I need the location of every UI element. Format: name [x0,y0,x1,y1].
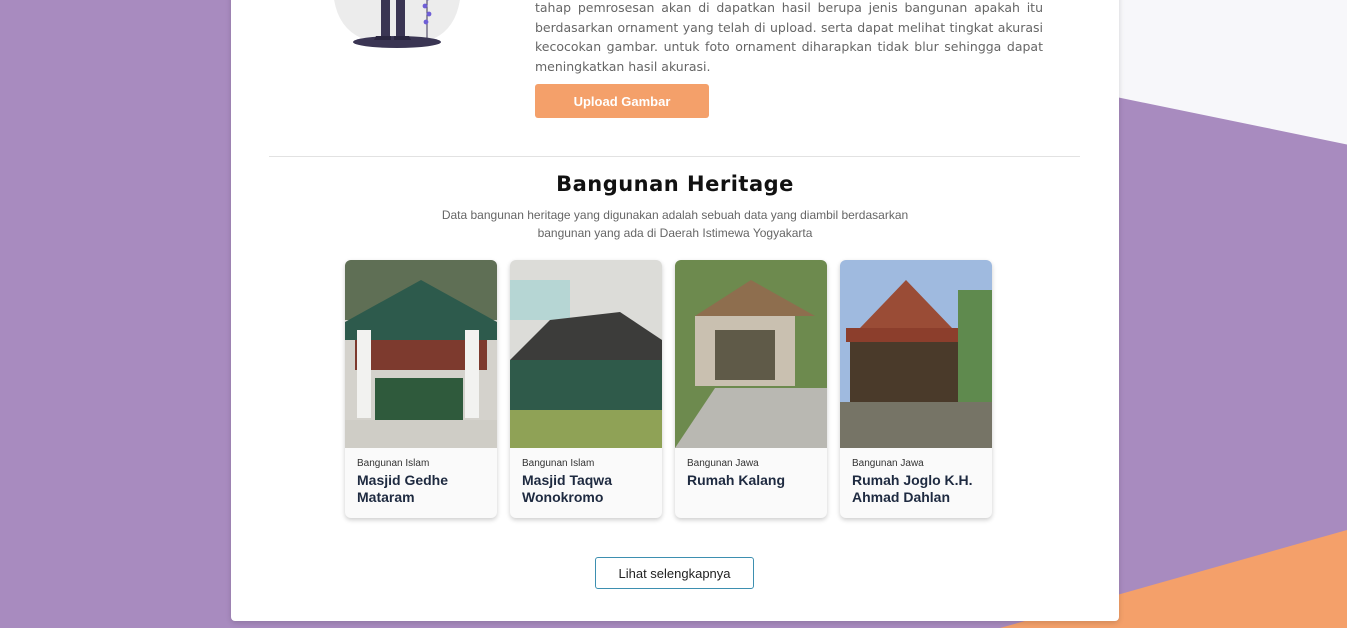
heritage-card-body: Bangunan Jawa Rumah Joglo K.H. Ahmad Dah… [840,448,992,516]
heritage-card-name: Masjid Gedhe Mataram [357,472,449,505]
heritage-photo [510,260,662,448]
heritage-photo [675,260,827,448]
heritage-card-category: Bangunan Islam [522,458,595,469]
heritage-card-body: Bangunan Islam Masjid Gedhe Mataram [345,448,497,516]
heritage-card-category: Bangunan Jawa [687,458,759,469]
section-description: Data bangunan heritage yang digunakan ad… [425,206,925,242]
upload-image-button[interactable]: Upload Gambar [535,84,709,118]
heritage-card-name: Rumah Kalang [687,472,786,488]
heritage-photo [345,260,497,448]
heritage-card-name: Rumah Joglo K.H. Ahmad Dahlan [852,472,973,505]
section-description-line: Data bangunan heritage yang digunakan ad… [441,208,909,222]
section-divider [269,156,1080,157]
main-card: tahap pemrosesan akan di dapatkan hasil … [231,0,1119,621]
heritage-card[interactable]: Bangunan Islam Masjid Gedhe Mataram [345,260,497,518]
person-illustration [334,0,460,48]
section-title: Bangunan Heritage [556,172,794,196]
heritage-photo [840,260,992,448]
heritage-card-category: Bangunan Jawa [852,458,924,469]
intro-paragraph: tahap pemrosesan akan di dapatkan hasil … [535,0,1043,74]
section-description-line: bangunan yang ada di Daerah Istimewa Yog… [537,226,813,240]
see-more-button[interactable]: Lihat selengkapnya [595,557,754,589]
heritage-card[interactable]: Bangunan Jawa Rumah Kalang [675,260,827,518]
heritage-card[interactable]: Bangunan Jawa Rumah Joglo K.H. Ahmad Dah… [840,260,992,518]
heritage-card-body: Bangunan Jawa Rumah Kalang [675,448,827,499]
heritage-card[interactable]: Bangunan Islam Masjid Taqwa Wonokromo [510,260,662,518]
background-light-wedge [1118,0,1347,145]
heritage-card-body: Bangunan Islam Masjid Taqwa Wonokromo [510,448,662,516]
heritage-card-list: Bangunan Islam Masjid Gedhe Mataram Bang… [345,260,992,518]
heritage-card-name: Masjid Taqwa Wonokromo [522,472,612,505]
heritage-card-category: Bangunan Islam [357,458,430,469]
